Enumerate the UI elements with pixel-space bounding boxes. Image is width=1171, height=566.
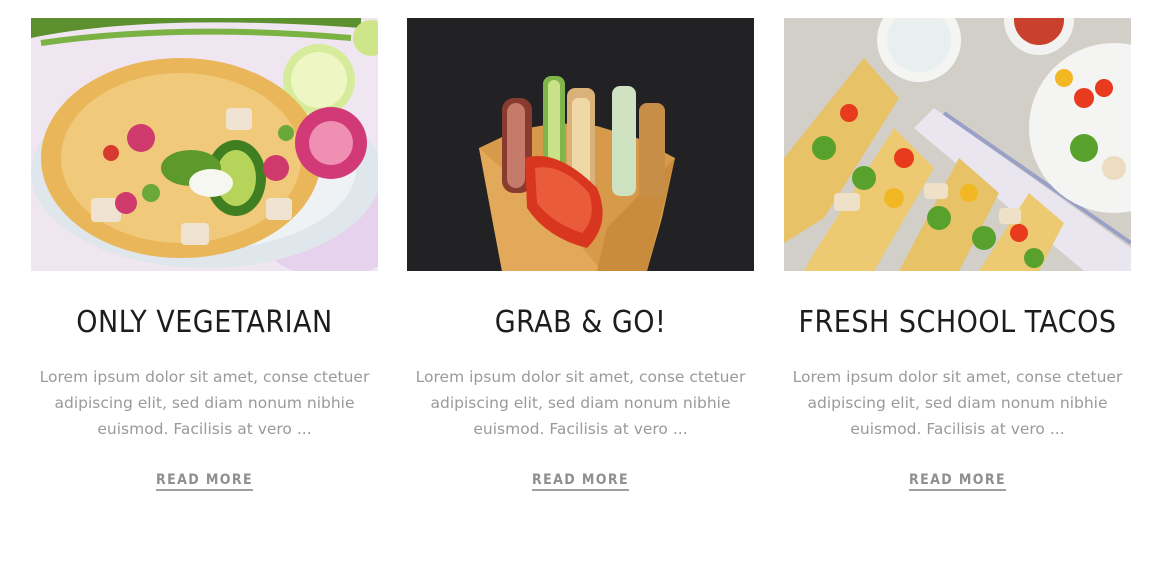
feature-card-fresh-tacos: FRESH SCHOOL TACOS Lorem ipsum dolor sit… (784, 18, 1131, 491)
card-title: FRESH SCHOOL TACOS (798, 305, 1117, 340)
taco-photo (31, 18, 378, 271)
read-more-link[interactable]: READ MORE (908, 472, 1007, 491)
card-description: Lorem ipsum dolor sit amet, conse ctetue… (415, 368, 746, 438)
card-image-fresh-tacos[interactable] (784, 18, 1131, 271)
wrap-photo (407, 18, 754, 271)
feature-card-vegetarian: ONLY VEGETARIAN Lorem ipsum dolor sit am… (31, 18, 378, 491)
card-description: Lorem ipsum dolor sit amet, conse ctetue… (39, 368, 370, 438)
card-image-grab-and-go[interactable] (407, 18, 754, 271)
card-title: ONLY VEGETARIAN (76, 305, 333, 340)
card-description: Lorem ipsum dolor sit amet, conse ctetue… (792, 368, 1123, 438)
card-title: GRAB & GO! (494, 305, 667, 340)
read-more-link[interactable]: READ MORE (531, 472, 630, 491)
tacos-photo (784, 18, 1131, 271)
feature-card-grab-and-go: GRAB & GO! Lorem ipsum dolor sit amet, c… (407, 18, 754, 491)
card-image-vegetarian[interactable] (31, 18, 378, 271)
read-more-link[interactable]: READ MORE (155, 472, 254, 491)
